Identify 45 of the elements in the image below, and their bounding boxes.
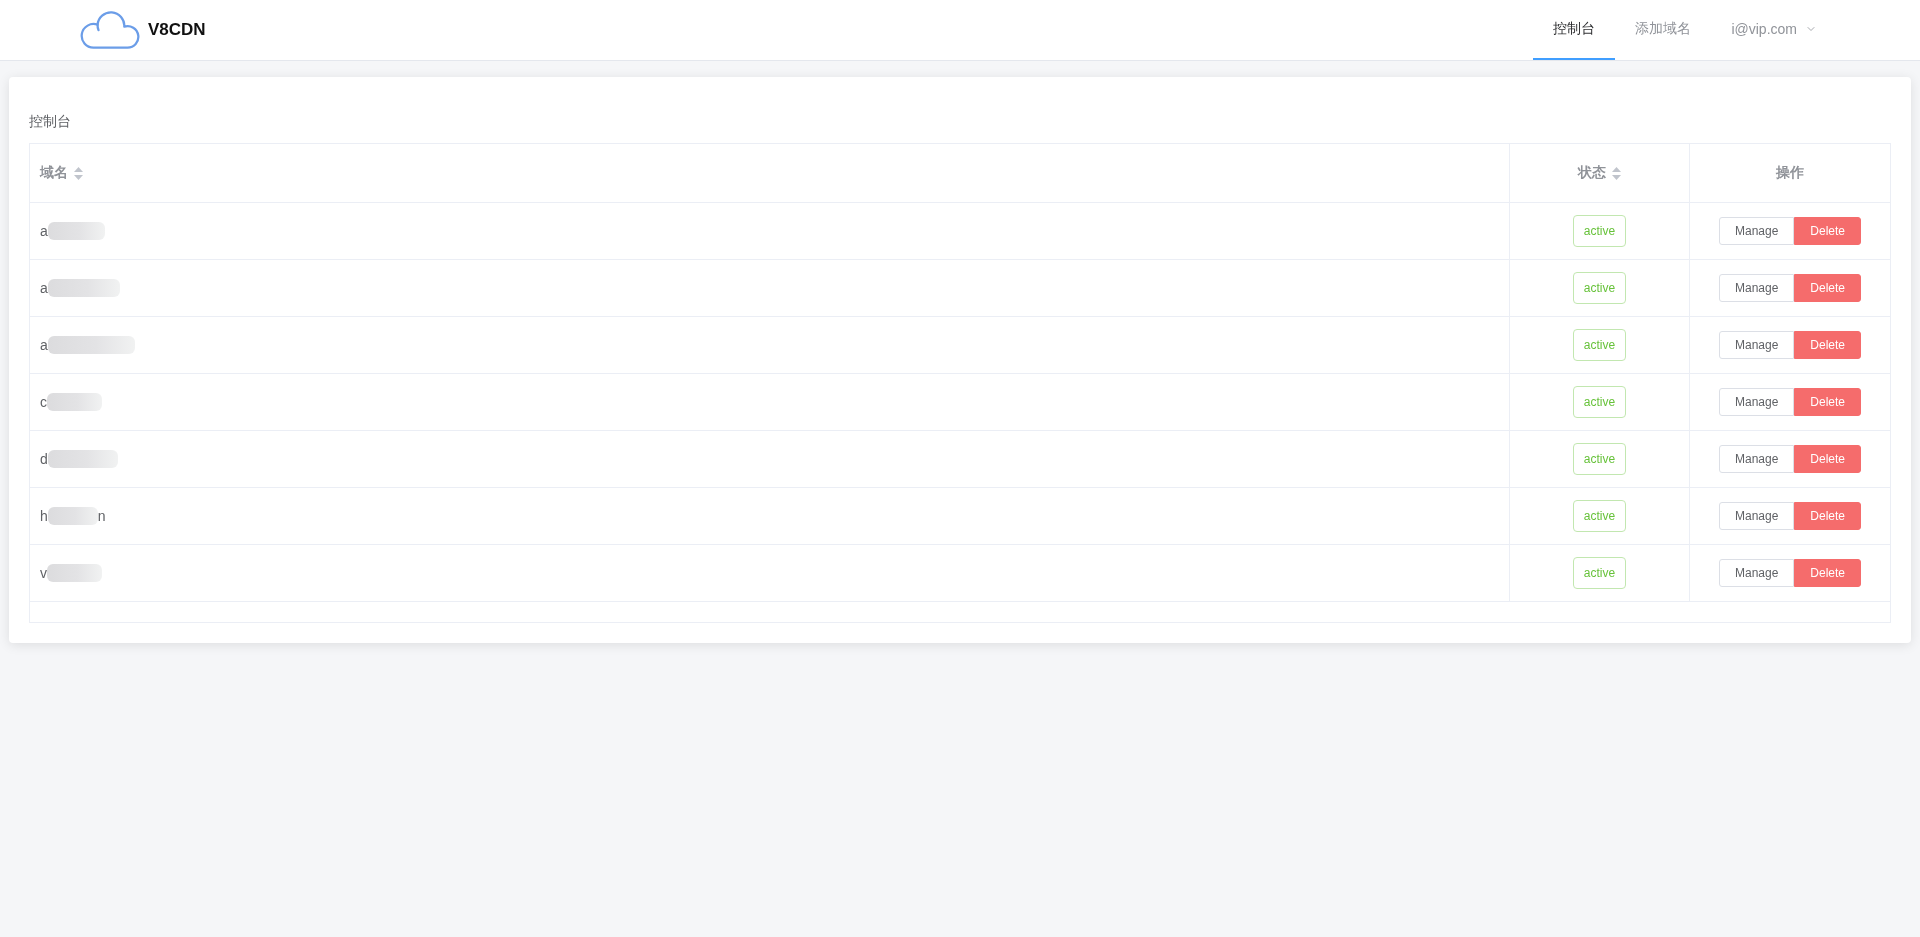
manage-button[interactable]: Manage	[1718, 217, 1795, 245]
status-tag: active	[1572, 386, 1627, 418]
status-tag: active	[1572, 443, 1627, 475]
manage-button[interactable]: Manage	[1718, 502, 1795, 530]
domain-text: a	[40, 280, 48, 296]
logo-text: V8CDN	[148, 20, 206, 40]
manage-button[interactable]: Manage	[1718, 331, 1795, 359]
status-tag: active	[1572, 557, 1627, 589]
delete-button[interactable]: Delete	[1794, 388, 1862, 416]
redaction-block	[47, 564, 102, 582]
status-tag: active	[1572, 215, 1627, 247]
nav-tab[interactable]: 控制台	[1533, 0, 1616, 60]
cloud-icon	[80, 11, 140, 49]
domain-text: a	[40, 337, 48, 353]
delete-button[interactable]: Delete	[1794, 445, 1862, 473]
redaction-block	[47, 222, 105, 240]
domain-text: h	[40, 508, 48, 524]
delete-button[interactable]: Delete	[1794, 331, 1862, 359]
status-tag: active	[1572, 272, 1627, 304]
column-label: 域名	[40, 164, 68, 182]
manage-button[interactable]: Manage	[1718, 388, 1795, 416]
domain-text: n	[97, 508, 106, 524]
delete-button[interactable]: Delete	[1794, 274, 1862, 302]
status-tag: active	[1572, 329, 1627, 361]
delete-button[interactable]: Delete	[1794, 217, 1862, 245]
manage-button[interactable]: Manage	[1718, 274, 1795, 302]
manage-button[interactable]: Manage	[1718, 559, 1795, 587]
domain-text: c	[40, 394, 47, 410]
column-label: 状态	[1578, 164, 1606, 182]
domain-text: v	[40, 565, 47, 581]
redaction-block	[47, 393, 102, 411]
domain-text: a	[40, 223, 48, 239]
redaction-block	[47, 507, 98, 525]
sort-icon[interactable]	[74, 166, 83, 180]
sort-icon[interactable]	[1612, 166, 1621, 180]
nav-tab[interactable]: 添加域名	[1615, 0, 1712, 60]
manage-button[interactable]: Manage	[1718, 445, 1795, 473]
status-tag: active	[1572, 500, 1627, 532]
delete-button[interactable]: Delete	[1794, 502, 1862, 530]
delete-button[interactable]: Delete	[1794, 559, 1862, 587]
user-menu[interactable]: i@vip.com	[1711, 0, 1837, 60]
domain-text: d	[40, 451, 48, 467]
column-label: 操作	[1776, 164, 1804, 182]
page-title: 控制台	[29, 112, 72, 131]
redaction-block	[47, 450, 118, 468]
